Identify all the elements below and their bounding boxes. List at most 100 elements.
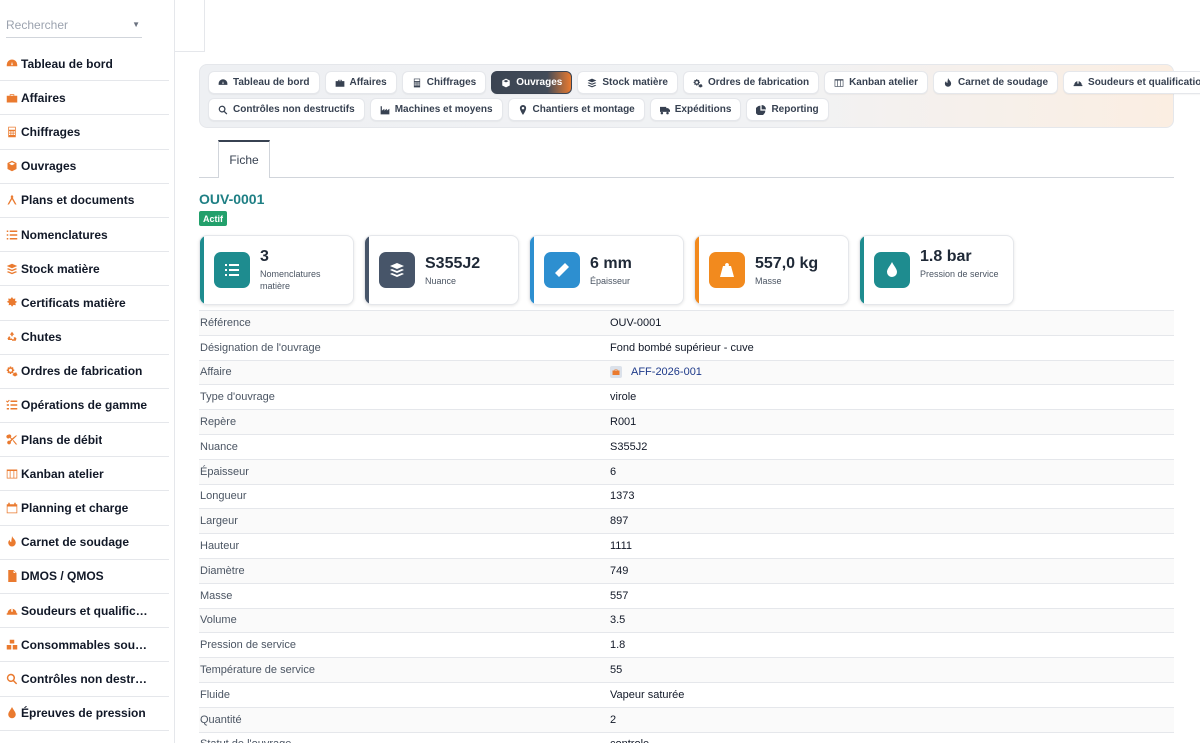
sidebar-item-label: Stock matière [21, 261, 100, 276]
module-button-row2-3[interactable]: Expéditions [649, 98, 742, 121]
layers-icon [5, 262, 19, 276]
detail-value: OUV-0001 [610, 316, 662, 329]
detail-row: Désignation de l'ouvrage Fond bombé supér… [199, 334, 1174, 360]
list-icon [5, 228, 19, 242]
module-button-label: Tableau de bord [233, 77, 310, 88]
sidebar-search[interactable]: ▼ [6, 14, 142, 38]
kpi-value: S355J2 [425, 255, 481, 272]
kpi-label: Pression de service [920, 269, 999, 279]
sidebar-item-8[interactable]: Chutes [0, 321, 169, 355]
detail-key: Type d'ouvrage [200, 391, 275, 404]
sidebar-item-label: Carnet de soudage [21, 535, 130, 550]
calculator-icon [412, 78, 422, 88]
detail-key: Fluide [200, 688, 230, 701]
detail-key: Repère [200, 416, 237, 429]
sidebar-item-10[interactable]: Opérations de gamme [0, 389, 169, 424]
detail-value: S355J2 [610, 440, 648, 453]
sidebar-item-2[interactable]: Chiffrages [0, 115, 169, 150]
kpi-label: Nuance [425, 276, 457, 286]
module-button-row2-1[interactable]: Machines et moyens [369, 98, 503, 121]
search-input[interactable] [6, 14, 126, 36]
detail-row: Diamètre 749 [199, 557, 1174, 583]
gears-icon [693, 78, 703, 88]
location-pin-icon [518, 104, 528, 115]
module-button-row1-2[interactable]: Chiffrages [401, 71, 487, 94]
detail-value: 1111 [610, 540, 633, 553]
module-button-row1-8[interactable]: Soudeurs et qualifications [1063, 71, 1200, 94]
detail-row: Type d'ouvrage virole [199, 384, 1174, 409]
calendar-icon [5, 501, 19, 515]
module-button-label: Kanban atelier [849, 77, 918, 88]
layers-icon [587, 78, 597, 88]
detail-key: Hauteur [200, 540, 240, 553]
fire-icon [943, 77, 953, 88]
detail-row: Température de service 55 [199, 657, 1174, 682]
module-button-label: Contrôles non destructifs [233, 104, 355, 115]
sidebar-item-19[interactable]: Épreuves de pression [0, 697, 169, 731]
module-button-row1-0[interactable]: Tableau de bord [208, 71, 320, 94]
kpi-cards: 3 Nomenclatures matière S355J2 Nuance 6 mm Ép… [199, 235, 1014, 305]
sidebar-item-9[interactable]: Ordres de fabrication [0, 355, 169, 389]
sidebar-item-label: DMOS / QMOS [21, 569, 104, 584]
detail-key: Nuance [200, 440, 238, 453]
chevron-down-icon[interactable]: ▼ [132, 20, 140, 29]
sidebar-item-label: Consommables sou… [21, 637, 148, 652]
detail-value: 3.5 [610, 614, 626, 627]
detail-key: Épaisseur [200, 465, 249, 478]
module-button-label: Carnet de soudage [958, 77, 1049, 88]
detail-key: Diamètre [200, 564, 245, 577]
detail-key: Masse [200, 589, 233, 602]
sidebar-item-16[interactable]: Soudeurs et qualific… [0, 594, 169, 629]
affaire-link[interactable]: AFF-2026-001 [610, 366, 702, 379]
module-button-label: Expéditions [674, 104, 732, 115]
module-button-row2-2[interactable]: Chantiers et montage [507, 98, 645, 121]
sidebar-item-7[interactable]: Certificats matière [0, 286, 169, 321]
module-button-row1-4[interactable]: Stock matière [577, 71, 678, 94]
kpi-value: 6 mm [590, 255, 632, 272]
sidebar-item-1[interactable]: Affaires [0, 81, 169, 116]
briefcase-icon [335, 78, 345, 88]
sidebar-item-6[interactable]: Stock matière [0, 252, 169, 287]
sidebar-item-12[interactable]: Kanban atelier [0, 457, 169, 492]
sidebar-item-15[interactable]: DMOS / QMOS [0, 560, 169, 594]
module-button-row1-5[interactable]: Ordres de fabrication [682, 71, 820, 94]
helmet-icon [5, 604, 19, 618]
detail-value: 557 [610, 589, 629, 602]
gauge-icon [218, 78, 228, 88]
sidebar-item-label: Kanban atelier [21, 466, 104, 481]
module-button-row1-1[interactable]: Affaires [324, 71, 397, 94]
detail-value: 2 [610, 713, 617, 726]
search-icon [5, 672, 19, 686]
file-icon [5, 569, 19, 583]
tab-fiche[interactable]: Fiche [218, 140, 270, 178]
detail-key: Longueur [200, 490, 247, 503]
sidebar-item-0[interactable]: Tableau de bord [0, 47, 169, 82]
sidebar-item-label: Planning et charge [21, 501, 129, 516]
sidebar-item-14[interactable]: Carnet de soudage [0, 526, 169, 560]
sidebar-item-label: Opérations de gamme [21, 398, 148, 413]
kpi-value: 557,0 kg [755, 255, 819, 272]
module-button-row1-7[interactable]: Carnet de soudage [933, 71, 1059, 94]
sidebar-item-13[interactable]: Planning et charge [0, 491, 169, 526]
sidebar-item-11[interactable]: Plans de débit [0, 423, 169, 458]
module-button-row2-0[interactable]: Contrôles non destructifs [208, 98, 365, 121]
sidebar-item-17[interactable]: Consommables sou… [0, 628, 169, 663]
module-button-row1-6[interactable]: Kanban atelier [824, 71, 928, 94]
detail-row: Référence OUV-0001 [199, 310, 1174, 335]
sidebar-nav: Tableau de bord Affaires Chiffrages Ouvrage… [0, 47, 169, 731]
list-icon [214, 252, 250, 288]
columns-icon [5, 467, 19, 481]
module-button-row2-4[interactable]: Reporting [746, 98, 829, 121]
sidebar-item-18[interactable]: Contrôles non destr… [0, 662, 169, 697]
briefcase-icon [5, 91, 19, 105]
sidebar-item-label: Ordres de fabrication [21, 364, 143, 379]
gears-icon [5, 364, 19, 378]
sidebar-item-4[interactable]: Plans et documents [0, 184, 169, 218]
detail-value: 1.8 [610, 639, 626, 652]
sidebar-item-5[interactable]: Nomenclatures [0, 218, 169, 253]
kpi-value: 1.8 bar [920, 248, 972, 265]
sidebar-item-label: Contrôles non destr… [21, 671, 148, 686]
module-button-row1-3[interactable]: Ouvrages [491, 71, 573, 94]
sidebar-item-3[interactable]: Ouvrages [0, 150, 169, 184]
status-badge: Actif [199, 211, 227, 226]
